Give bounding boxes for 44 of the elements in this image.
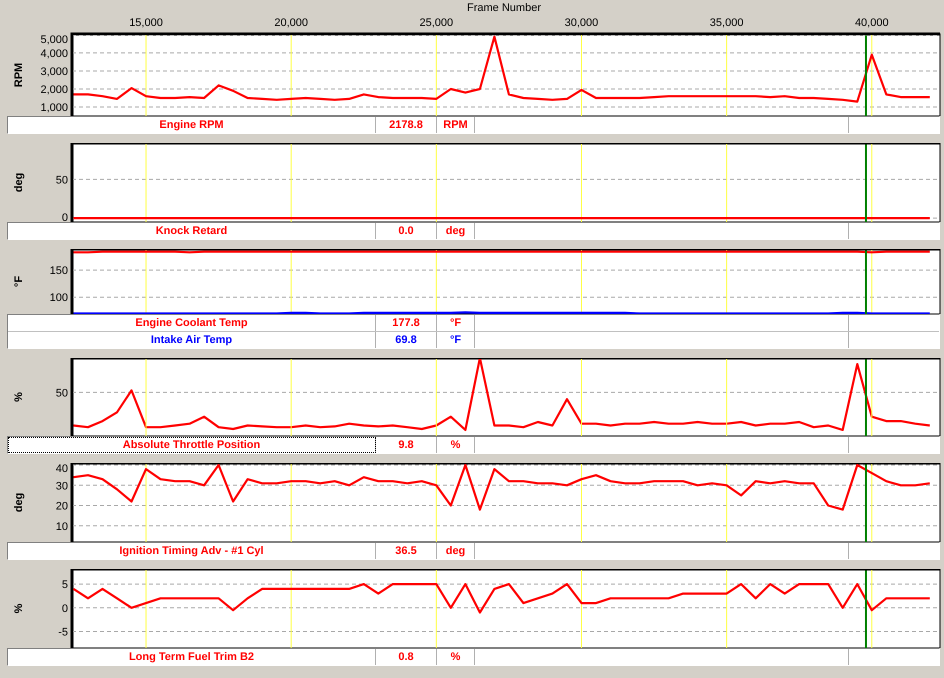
y-axis-title: % xyxy=(13,392,25,402)
y-tick-label: -5 xyxy=(58,626,68,638)
channel-value: 0.8 xyxy=(376,649,437,665)
y-axis-label: 50 xyxy=(56,387,68,400)
channel-unit: RPM xyxy=(437,117,475,133)
y-tick-label: 150 xyxy=(50,265,68,278)
channel-unit: % xyxy=(437,649,475,665)
channel-unit: °F xyxy=(437,332,475,348)
x-tick-label: 15,000 xyxy=(129,17,163,29)
y-tick-label: 0 xyxy=(62,602,68,615)
y-tick-label: 5 xyxy=(62,579,68,592)
x-tick-label: 40,000 xyxy=(854,17,889,29)
x-tick-label: 20,000 xyxy=(274,17,308,29)
channel-unit: °F xyxy=(437,315,475,331)
x-axis-title: Frame Number xyxy=(467,2,541,14)
channel-unit: deg xyxy=(437,543,475,559)
channel-unit: deg xyxy=(437,223,475,239)
y-tick-label: 30 xyxy=(56,480,68,492)
channel-value: 177.8 xyxy=(376,315,437,331)
y-tick-label: 40 xyxy=(56,463,68,475)
y-tick-label: 100 xyxy=(50,292,68,304)
y-axis-title: deg xyxy=(13,172,25,192)
x-tick-label: 25,000 xyxy=(420,17,454,29)
y-axis-title: deg xyxy=(13,492,25,512)
channel-value: 9.8 xyxy=(376,437,437,453)
y-axis-title: °F xyxy=(13,276,25,288)
y-axis-title: % xyxy=(13,604,25,614)
y-tick-label: 1,000 xyxy=(40,102,68,114)
y-tick-label: 20 xyxy=(56,500,68,513)
y-tick-label: 4,000 xyxy=(40,48,68,60)
channel-value: 0.0 xyxy=(376,223,437,239)
channel-value: 69.8 xyxy=(376,332,437,348)
channel-unit: % xyxy=(437,437,475,453)
channel-value: 2178.8 xyxy=(376,117,437,133)
y-tick-label: 0 xyxy=(62,212,68,222)
y-axis-title: RPM xyxy=(13,62,25,88)
y-tick-label: 5,000 xyxy=(40,34,68,46)
y-tick-label: 2,000 xyxy=(40,84,68,96)
y-tick-label: 10 xyxy=(56,520,68,533)
channel-value: 36.5 xyxy=(376,543,437,559)
y-tick-label: 3,000 xyxy=(40,66,68,78)
x-tick-label: 30,000 xyxy=(564,17,598,29)
x-tick-label: 35,000 xyxy=(710,17,744,29)
y-tick-label: 50 xyxy=(56,174,68,186)
